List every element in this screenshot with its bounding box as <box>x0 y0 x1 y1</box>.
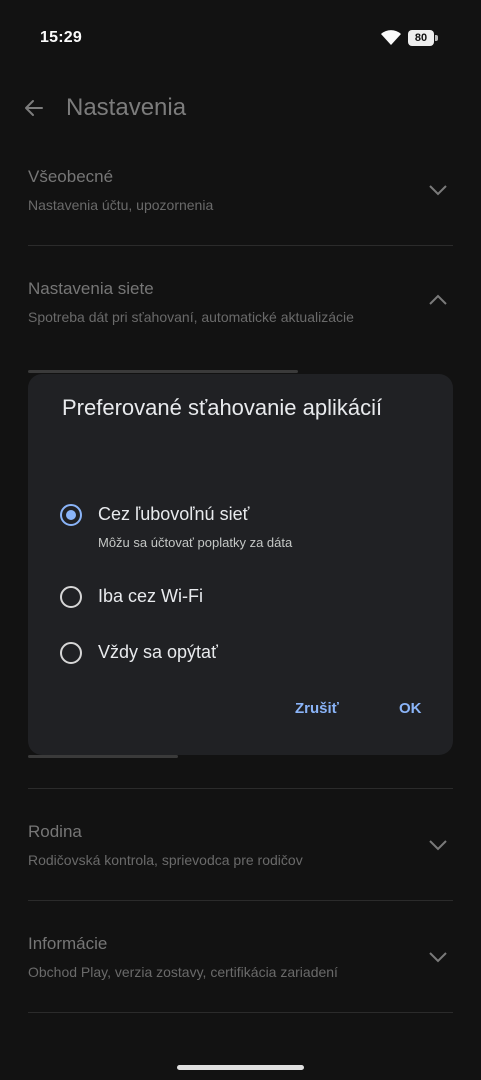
battery-icon: 80 <box>408 30 434 46</box>
section-title: Všeobecné <box>28 167 114 186</box>
section-title: Rodina <box>28 822 82 841</box>
section-subtitle: Obchod Play, verzia zostavy, certifikáci… <box>28 964 338 980</box>
divider <box>28 788 453 789</box>
arrow-left-icon[interactable] <box>22 96 46 120</box>
section-title: Nastavenia siete <box>28 279 154 298</box>
status-time: 15:29 <box>40 29 82 46</box>
option-sublabel: Môžu sa účtovať poplatky za dáta <box>98 535 293 550</box>
section-subtitle: Rodičovská kontrola, sprievodca pre rodi… <box>28 852 303 868</box>
download-preference-dialog <box>28 374 453 755</box>
ok-button[interactable]: OK <box>399 700 422 717</box>
section-subtitle: Spotreba dát pri sťahovaní, automatické … <box>28 309 354 325</box>
radio-button-selected[interactable] <box>60 504 82 526</box>
wifi-icon <box>381 30 401 45</box>
divider <box>28 245 453 246</box>
obscured-network-item <box>28 755 188 759</box>
section-subtitle: Nastavenia účtu, upozornenia <box>28 197 214 213</box>
chevron-down-icon[interactable] <box>428 839 448 851</box>
page-title: Nastavenia <box>66 94 187 121</box>
cancel-button[interactable]: Zrušiť <box>295 700 339 717</box>
dialog-title: Preferované sťahovanie aplikácií <box>62 395 383 420</box>
chevron-down-icon[interactable] <box>428 951 448 963</box>
option-label[interactable]: Cez ľubovoľnú sieť <box>98 504 249 525</box>
battery-tip <box>435 35 438 41</box>
obscured-network-item <box>28 366 328 374</box>
option-label[interactable]: Iba cez Wi-Fi <box>98 586 203 607</box>
chevron-down-icon[interactable] <box>428 184 448 196</box>
section-title: Informácie <box>28 934 108 953</box>
home-gesture-bar[interactable] <box>177 1065 304 1070</box>
option-label[interactable]: Vždy sa opýtať <box>98 642 218 663</box>
divider <box>28 900 453 901</box>
divider <box>28 1012 453 1013</box>
chevron-up-icon[interactable] <box>428 294 448 306</box>
radio-button[interactable] <box>60 586 82 608</box>
radio-button[interactable] <box>60 642 82 664</box>
